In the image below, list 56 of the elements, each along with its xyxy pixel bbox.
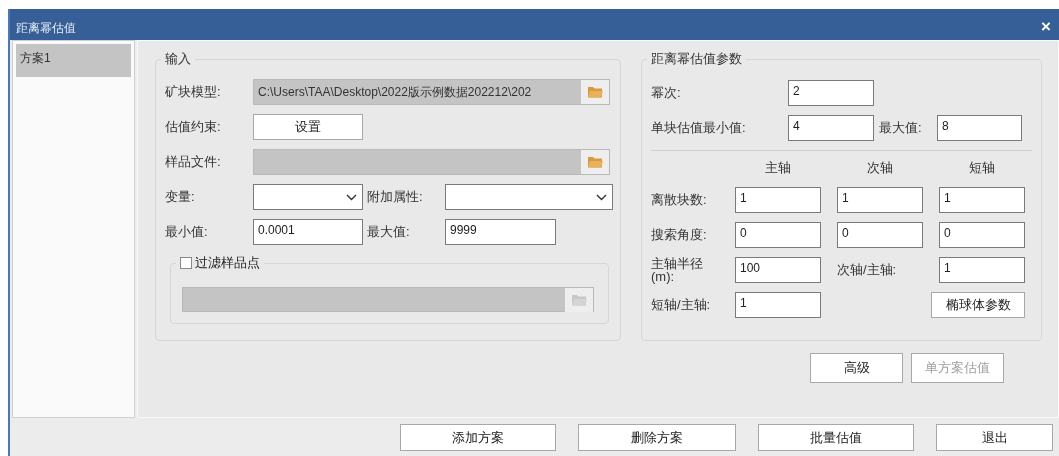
field-label: 附加属性: [367, 188, 424, 206]
folder-icon [586, 155, 604, 169]
folder-icon [586, 85, 604, 99]
field-label: 次轴/主轴: [837, 261, 898, 279]
button[interactable]: 删除方案 [578, 424, 736, 451]
input-field[interactable]: 9999 [445, 219, 556, 245]
window-title: 距离幂估值 [16, 20, 76, 37]
field-label: 最大值: [367, 223, 411, 241]
column-header: 主轴 [764, 159, 792, 177]
field-label: 样品文件: [165, 153, 222, 171]
chevron-icon [346, 193, 357, 201]
dropdown[interactable] [445, 184, 613, 210]
field-label: 离散块数: [651, 191, 708, 209]
input-field[interactable]: 1 [735, 292, 821, 318]
close-button[interactable]: × [1041, 17, 1051, 35]
field-label: 幂次: [651, 84, 682, 102]
group-title: 距离幂估值参数 [651, 51, 742, 66]
field-label: 短轴/主轴: [651, 296, 712, 314]
field-label: 搜索角度: [651, 226, 708, 244]
file-path-field[interactable]: C:\Users\TAA\Desktop\2022版示例数据202212\202 [253, 79, 610, 105]
file-path-field[interactable] [182, 287, 594, 312]
scheme-item[interactable]: 方案1 [16, 44, 131, 77]
input-field[interactable]: 1 [939, 187, 1025, 213]
field-label: 主轴半径 (m): [651, 257, 704, 283]
input-field[interactable]: 0 [837, 222, 923, 248]
folder-icon [570, 292, 588, 307]
field-label: 单块估值最小值: [651, 119, 747, 137]
button[interactable]: 高级 [810, 353, 903, 383]
column-header: 短轴 [968, 159, 996, 177]
input-field[interactable]: 0.0001 [253, 219, 363, 245]
input-field[interactable]: 0 [735, 222, 821, 248]
input-field[interactable]: 1 [837, 187, 923, 213]
field-label: 估值约束: [165, 118, 222, 136]
input-field[interactable]: 1 [735, 187, 821, 213]
input-field[interactable]: 2 [788, 80, 874, 106]
button[interactable]: 添加方案 [400, 424, 556, 451]
input-field[interactable]: 100 [735, 257, 821, 283]
button[interactable]: 退出 [936, 424, 1053, 451]
file-path-field[interactable] [253, 149, 610, 175]
group-title: 输入 [165, 51, 191, 66]
checkbox[interactable] [180, 257, 192, 269]
column-header: 次轴 [866, 159, 894, 177]
field-label: 变量: [165, 188, 196, 206]
button[interactable]: 椭球体参数 [931, 292, 1025, 318]
input-field[interactable]: 0 [939, 222, 1025, 248]
input-field[interactable]: 1 [939, 257, 1025, 283]
button[interactable]: 设置 [253, 114, 363, 140]
input-field[interactable]: 4 [788, 115, 874, 141]
field-label: 矿块模型: [165, 83, 222, 101]
input-field[interactable]: 8 [937, 115, 1022, 141]
button[interactable]: 批量估值 [758, 424, 914, 451]
field-label: 最大值: [879, 119, 923, 137]
chevron-icon [596, 193, 607, 201]
field-label: 最小值: [165, 223, 209, 241]
checkbox-label: 过滤样品点 [195, 254, 260, 272]
dropdown[interactable] [253, 184, 363, 210]
